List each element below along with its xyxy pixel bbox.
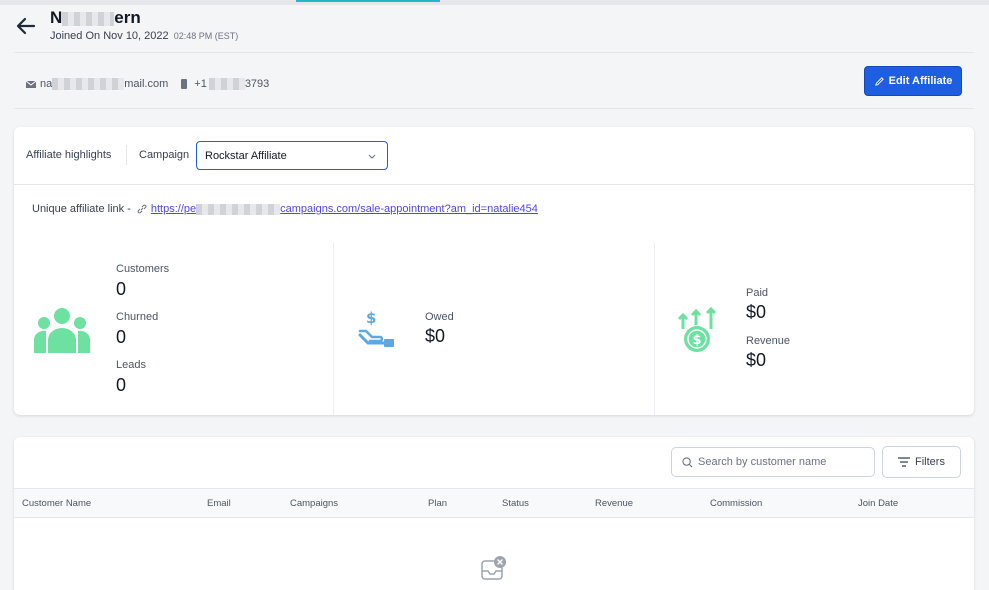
paid-revenue-stats: $ Paid $0 Revenue $0 — [655, 243, 974, 415]
redacted-block — [52, 78, 125, 90]
owed-value: $0 — [425, 326, 446, 346]
phone-icon — [180, 79, 190, 89]
coin-growth-icon: $ — [677, 306, 717, 352]
svg-text:$: $ — [366, 309, 376, 327]
joined-date: Joined On Nov 10, 2022 02:48 PM (EST) — [50, 30, 239, 42]
leads-value: 0 — [116, 375, 127, 395]
affiliate-header: Nern Joined On Nov 10, 2022 02:48 PM (ES… — [14, 6, 974, 54]
mail-icon — [26, 79, 36, 89]
col-campaigns[interactable]: Campaigns — [290, 498, 338, 509]
customers-label: Customers — [116, 263, 170, 275]
col-customer-name[interactable]: Customer Name — [22, 498, 91, 509]
churned-label: Churned — [116, 311, 159, 323]
divider — [14, 108, 974, 109]
search-icon — [682, 456, 693, 467]
customers-stats: Customers 0 Churned 0 Leads 0 — [14, 243, 334, 415]
affiliate-link[interactable]: https://pe campaigns.com/sale-appointment… — [151, 203, 538, 215]
highlights-label: Affiliate highlights — [26, 149, 112, 161]
col-commission[interactable]: Commission — [710, 498, 762, 509]
joined-time: 02:48 PM (EST) — [173, 31, 239, 41]
phone-item: +1 3793 — [180, 78, 269, 90]
contact-info: na mail.com +1 3793 — [26, 76, 281, 92]
table-header: Customer Name Email Campaigns Plan Statu… — [14, 488, 974, 518]
link-icon — [137, 204, 147, 214]
campaign-select[interactable]: Rockstar Affiliate — [196, 141, 388, 170]
col-plan[interactable]: Plan — [428, 498, 447, 509]
back-button[interactable] — [14, 14, 38, 38]
revenue-label: Revenue — [746, 335, 791, 347]
divider — [14, 52, 974, 53]
arrow-left-icon — [16, 17, 36, 35]
col-email[interactable]: Email — [207, 498, 231, 509]
redacted-block — [62, 11, 115, 26]
chevron-down-icon — [368, 154, 376, 159]
col-revenue[interactable]: Revenue — [595, 498, 633, 509]
redacted-block — [196, 203, 281, 215]
affiliate-link-row: Unique affiliate link - https://pe campai… — [32, 203, 538, 215]
top-accent-bar — [296, 0, 440, 2]
churned-value: 0 — [116, 327, 127, 347]
search-input[interactable]: Search by customer name — [671, 447, 875, 477]
campaign-label: Campaign — [139, 149, 190, 161]
svg-text:$: $ — [693, 333, 702, 348]
highlights-bar: Affiliate highlights Campaign Rockstar A… — [14, 127, 974, 185]
redacted-block — [208, 78, 245, 90]
col-status[interactable]: Status — [502, 498, 529, 509]
owed-stats: $ Owed $0 — [334, 243, 655, 415]
email-item: na mail.com — [26, 78, 168, 90]
users-group-icon — [34, 308, 90, 353]
leads-label: Leads — [116, 359, 146, 371]
filter-lines-icon — [898, 457, 911, 467]
stats-row: Customers 0 Churned 0 Leads 0 $ Owed $0 — [14, 243, 974, 415]
hand-dollar-icon: $ — [358, 309, 394, 347]
owed-label: Owed — [425, 311, 454, 323]
top-border — [0, 0, 989, 5]
customers-value: 0 — [116, 279, 127, 299]
divider — [126, 145, 127, 165]
empty-inbox-icon — [481, 556, 506, 580]
affiliate-highlights-card: Affiliate highlights Campaign Rockstar A… — [14, 127, 974, 415]
col-join-date[interactable]: Join Date — [858, 498, 898, 509]
paid-label: Paid — [746, 287, 769, 299]
affiliate-name: Nern — [50, 8, 141, 27]
customers-table-card: Search by customer name Filters Customer… — [14, 437, 974, 590]
filters-button[interactable]: Filters — [882, 446, 961, 478]
edit-affiliate-button[interactable]: Edit Affiliate — [864, 66, 962, 96]
pencil-icon — [874, 76, 884, 86]
paid-value: $0 — [746, 302, 767, 322]
revenue-value: $0 — [746, 350, 767, 370]
